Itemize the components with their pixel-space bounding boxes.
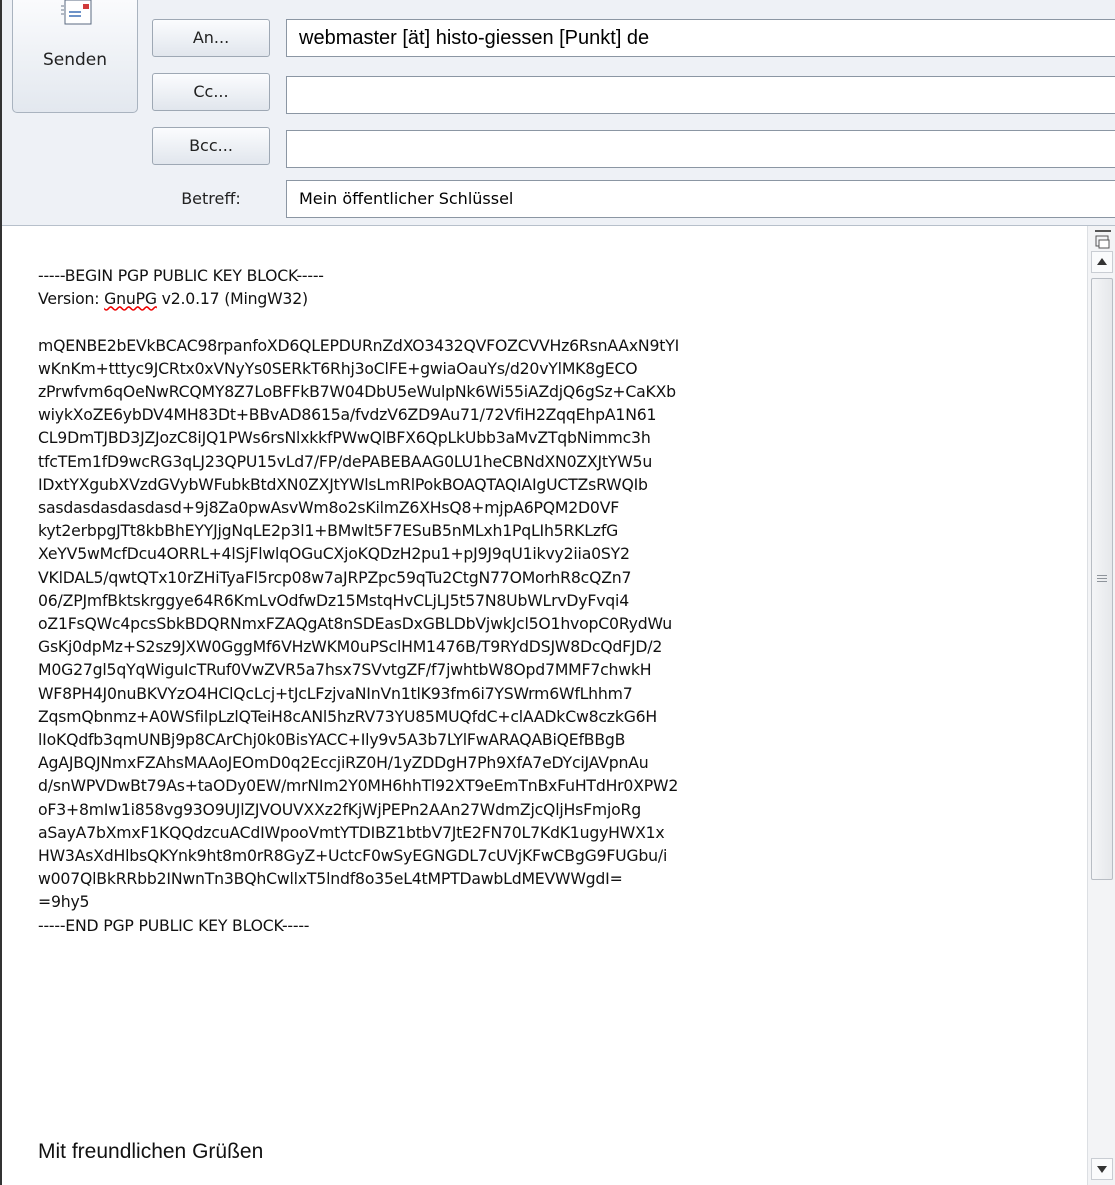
scrollbar-grip-icon: [1097, 575, 1107, 584]
bcc-field[interactable]: [286, 130, 1115, 168]
to-field-value: webmaster [ät] histo-giessen [Punkt] de: [299, 27, 650, 49]
version-suffix: v2.0.17 (MingW32): [156, 289, 308, 309]
pgp-begin-line: -----BEGIN PGP PUBLIC KEY BLOCK-----: [38, 266, 324, 285]
to-button[interactable]: An...: [152, 19, 270, 57]
version-prefix: Version:: [38, 289, 105, 309]
compose-header: Senden An... webmaster [ät] histo-giesse…: [0, 0, 1115, 226]
send-button[interactable]: Senden: [12, 0, 138, 113]
vertical-scrollbar[interactable]: [1087, 226, 1115, 1185]
subject-field[interactable]: Mein öffentlicher Schlüssel: [286, 180, 1115, 218]
signature-text: Mit freundlichen Grüßen: [38, 1140, 264, 1163]
bcc-button[interactable]: Bcc...: [152, 127, 270, 165]
send-button-label: Senden: [42, 50, 108, 70]
to-field[interactable]: webmaster [ät] histo-giessen [Punkt] de: [286, 19, 1115, 57]
version-word: GnuPG: [104, 289, 157, 309]
subject-label: Betreff:: [181, 189, 241, 208]
pgp-end-line: -----END PGP PUBLIC KEY BLOCK-----: [38, 915, 310, 935]
message-body[interactable]: -----BEGIN PGP PUBLIC KEY BLOCK----- Ver…: [0, 226, 1115, 1185]
scrollbar-thumb[interactable]: [1091, 278, 1113, 880]
cc-field[interactable]: [286, 76, 1115, 114]
pgp-key-text: mQENBE2bEVkBCAC98rpanfoXD6QLEPDURnZdXO34…: [38, 335, 680, 912]
window-left-border: [0, 0, 2, 1185]
scroll-up-arrow-icon[interactable]: [1091, 251, 1113, 273]
send-mail-icon: [61, 0, 92, 25]
scroll-down-arrow-icon[interactable]: [1091, 1158, 1113, 1180]
message-text[interactable]: -----BEGIN PGP PUBLIC KEY BLOCK----- Ver…: [38, 264, 1078, 937]
subject-field-value: Mein öffentlicher Schlüssel: [299, 189, 514, 208]
cc-button[interactable]: Cc...: [152, 73, 270, 111]
